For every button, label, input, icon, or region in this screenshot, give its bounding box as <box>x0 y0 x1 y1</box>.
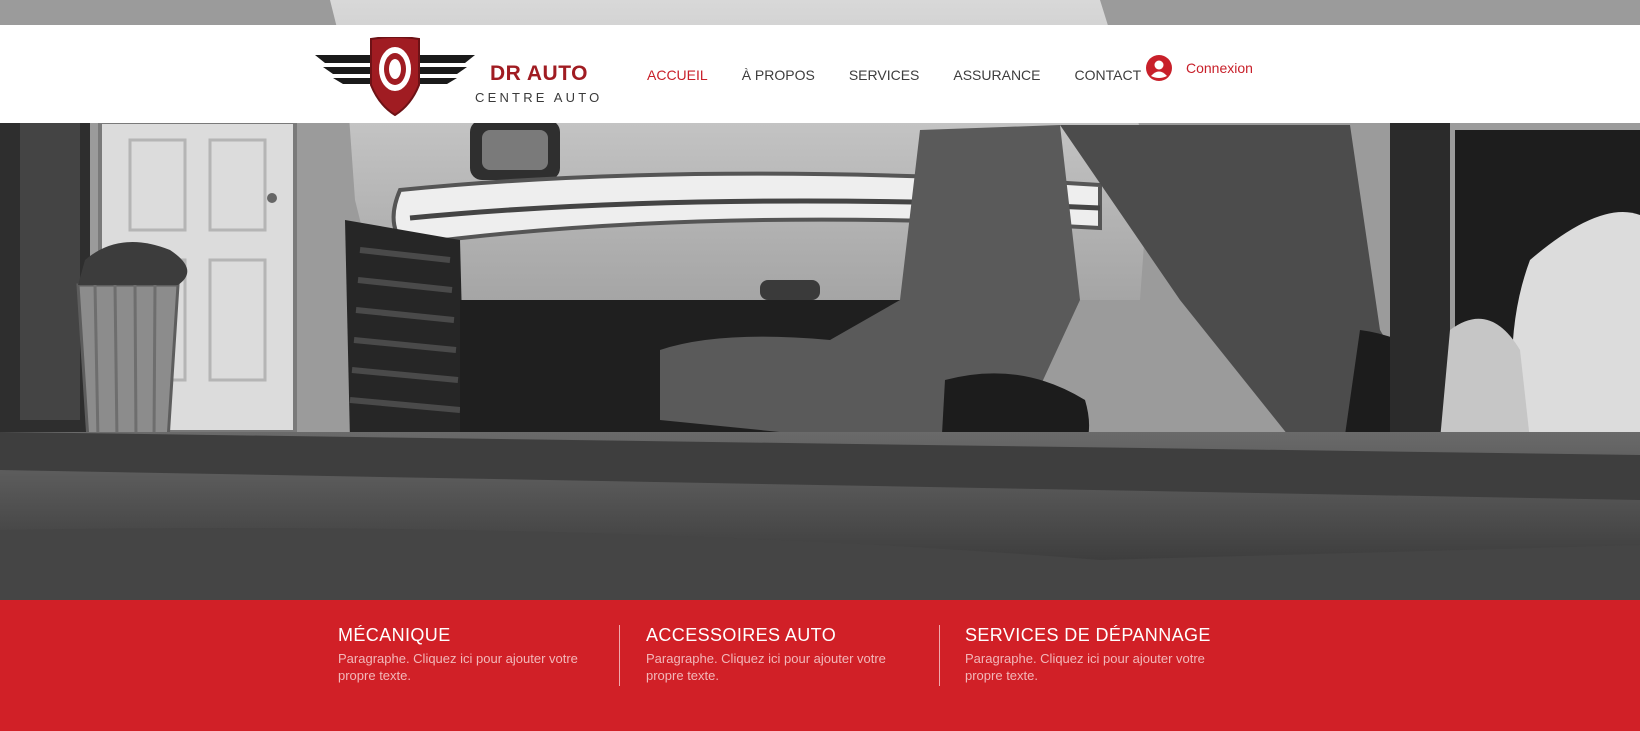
nav-item-assurance[interactable]: ASSURANCE <box>953 67 1040 83</box>
service-depannage: SERVICES DE DÉPANNAGE Paragraphe. Clique… <box>965 625 1211 684</box>
service-title: MÉCANIQUE <box>338 625 451 645</box>
login-label: Connexion <box>1186 60 1253 76</box>
service-text: Paragraphe. Cliquez ici pour ajouter vot… <box>338 651 578 683</box>
service-title: ACCESSOIRES AUTO <box>646 625 837 645</box>
winged-tire-shield-icon <box>315 37 475 117</box>
service-text: Paragraphe. Cliquez ici pour ajouter vot… <box>646 651 886 683</box>
logo[interactable]: DR AUTO CENTRE AUTO <box>315 37 615 117</box>
service-text: Paragraphe. Cliquez ici pour ajouter vot… <box>965 651 1205 683</box>
brand-tagline: CENTRE AUTO <box>475 90 603 105</box>
service-title: SERVICES DE DÉPANNAGE <box>965 625 1211 645</box>
divider <box>939 625 940 686</box>
service-mecanique: MÉCANIQUE Paragraphe. Cliquez ici pour a… <box>338 625 578 684</box>
services-band: MÉCANIQUE Paragraphe. Cliquez ici pour a… <box>0 600 1640 731</box>
nav-item-a-propos[interactable]: À PROPOS <box>742 67 815 83</box>
service-accessoires: ACCESSOIRES AUTO Paragraphe. Cliquez ici… <box>646 625 886 684</box>
divider <box>619 625 620 686</box>
nav-item-services[interactable]: SERVICES <box>849 67 920 83</box>
main-nav: ACCUEIL À PROPOS SERVICES ASSURANCE CONT… <box>647 67 1175 83</box>
nav-item-contact[interactable]: CONTACT <box>1075 67 1142 83</box>
user-avatar-icon <box>1146 55 1172 81</box>
nav-item-accueil[interactable]: ACCUEIL <box>647 67 708 83</box>
login-button[interactable]: Connexion <box>1146 55 1253 81</box>
brand-name: DR AUTO <box>490 62 588 85</box>
site-header: DR AUTO CENTRE AUTO ACCUEIL À PROPOS SER… <box>0 25 1640 123</box>
